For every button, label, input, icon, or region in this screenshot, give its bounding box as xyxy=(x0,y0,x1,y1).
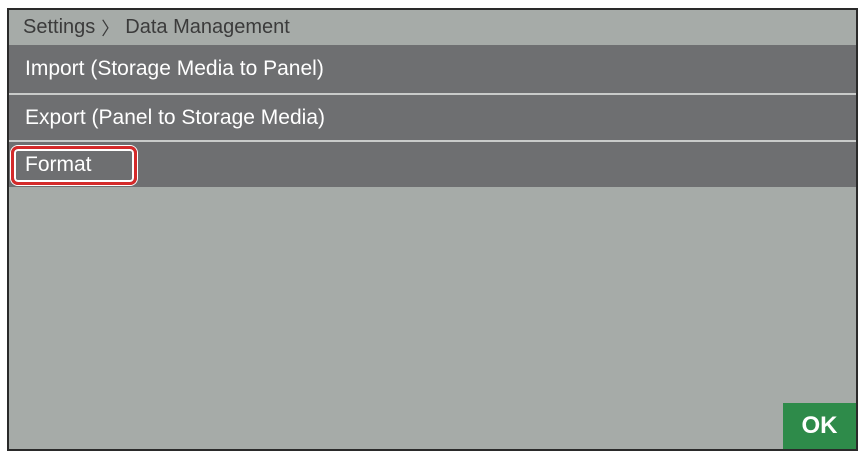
ok-button[interactable]: OK xyxy=(783,403,856,449)
breadcrumb-parent[interactable]: Settings xyxy=(23,16,95,39)
menu-item-label: Import (Storage Media to Panel) xyxy=(25,57,324,80)
menu-item-label: Format xyxy=(25,152,92,176)
menu-list: Import (Storage Media to Panel) Export (… xyxy=(9,45,856,187)
menu-item-format[interactable]: Format xyxy=(9,140,856,187)
menu-item-export[interactable]: Export (Panel to Storage Media) xyxy=(9,93,856,140)
breadcrumb-current: Data Management xyxy=(125,16,290,38)
menu-item-label: Export (Panel to Storage Media) xyxy=(25,105,325,129)
breadcrumb-separator-icon: 〉 xyxy=(101,18,120,39)
panel-screen: Settings 〉 Data Management Import (Stora… xyxy=(7,8,858,451)
breadcrumb: Settings 〉 Data Management xyxy=(9,10,856,45)
menu-item-import[interactable]: Import (Storage Media to Panel) xyxy=(9,45,856,93)
